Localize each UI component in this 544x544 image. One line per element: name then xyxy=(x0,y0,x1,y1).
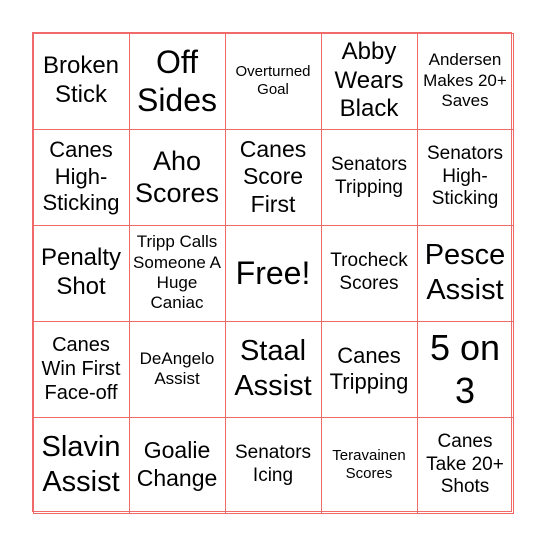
bingo-cell[interactable]: Broken Stick xyxy=(32,32,130,130)
bingo-cell[interactable]: Staal Assist xyxy=(224,320,322,418)
bingo-cell[interactable]: Teravainen Scores xyxy=(320,416,418,514)
bingo-cell[interactable]: Off Sides xyxy=(128,32,226,130)
bingo-cell[interactable]: Tripp Calls Someone A Huge Caniac xyxy=(128,224,226,322)
bingo-cell[interactable]: Senators Tripping xyxy=(320,128,418,226)
bingo-cell[interactable]: Trocheck Scores xyxy=(320,224,418,322)
bingo-cell[interactable]: Overturned Goal xyxy=(224,32,322,130)
bingo-cell[interactable]: Senators Icing xyxy=(224,416,322,514)
bingo-cell[interactable]: Canes Score First xyxy=(224,128,322,226)
bingo-cell[interactable]: Abby Wears Black xyxy=(320,32,418,130)
bingo-cell[interactable]: Canes Win First Face-off xyxy=(32,320,130,418)
bingo-cell[interactable]: Canes High-Sticking xyxy=(32,128,130,226)
bingo-grid: Broken Stick Off Sides Overturned Goal Abby… xyxy=(32,32,514,514)
bingo-cell[interactable]: DeAngelo Assist xyxy=(128,320,226,418)
bingo-cell[interactable]: Andersen Makes 20+ Saves xyxy=(416,32,514,130)
bingo-cell[interactable]: Goalie Change xyxy=(128,416,226,514)
bingo-cell[interactable]: Penalty Shot xyxy=(32,224,130,322)
bingo-cell[interactable]: Slavin Assist xyxy=(32,416,130,514)
free-space-cell[interactable]: Free! xyxy=(224,224,322,322)
bingo-cell[interactable]: Pesce Assist xyxy=(416,224,514,322)
bingo-cell[interactable]: Aho Scores xyxy=(128,128,226,226)
bingo-cell[interactable]: 5 on 3 xyxy=(416,320,514,418)
bingo-cell[interactable]: Senators High-Sticking xyxy=(416,128,514,226)
bingo-cell[interactable]: Canes Take 20+ Shots xyxy=(416,416,514,514)
bingo-cell[interactable]: Canes Tripping xyxy=(320,320,418,418)
